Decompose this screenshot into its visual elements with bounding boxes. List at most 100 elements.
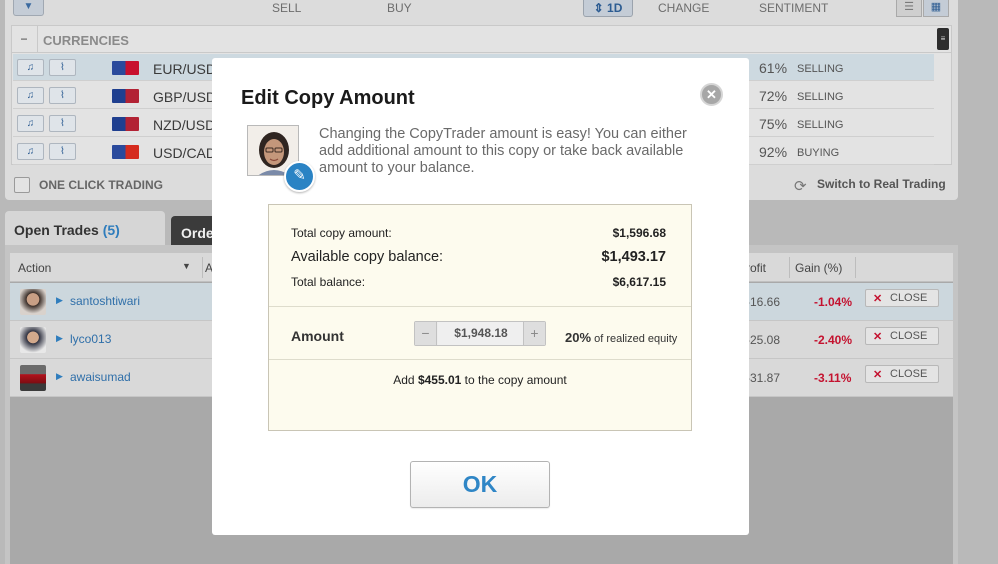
sentiment-percent: 61% [759, 60, 788, 76]
alert-bell-button[interactable]: ♫ [17, 59, 44, 76]
change-column-header[interactable]: CHANGE [658, 1, 709, 15]
alert-bell-button[interactable]: ♫ [17, 115, 44, 132]
chevron-down-icon[interactable]: ▼ [182, 261, 191, 271]
edit-pencil-icon: ✎ [284, 161, 315, 192]
close-label: CLOSE [890, 330, 928, 342]
available-balance-label: Available copy balance: [291, 249, 444, 265]
filter-icon: ▼ [23, 1, 34, 12]
sell-column-header[interactable]: SELL [272, 1, 301, 15]
edit-copy-amount-dialog: Edit Copy Amount ✕ ✎ Changing the CopyTr… [212, 58, 749, 535]
divider [789, 257, 790, 278]
collapse-button[interactable]: − [16, 31, 32, 47]
grid-icon: ▦ [930, 1, 942, 13]
gain-value: -1.04% [814, 295, 853, 309]
close-icon: ✕ [873, 369, 883, 381]
profit-value: -16.66 [746, 295, 781, 309]
total-balance-label: Total balance: [291, 275, 366, 289]
amount-stepper[interactable]: − $1,948.18 + [414, 321, 546, 346]
flag-icon [112, 145, 139, 159]
add-amount-value: $455.01 [417, 373, 462, 387]
bell-icon: ♫ [26, 62, 35, 73]
chart-line-icon: ⌇ [60, 62, 65, 73]
close-icon: ✕ [706, 87, 717, 102]
sentiment-percent: 72% [759, 88, 788, 104]
filter-button[interactable]: ▼ [13, 0, 44, 16]
sentiment-label: SELLING [797, 119, 844, 131]
period-selector[interactable]: ⇕ 1D [583, 0, 633, 17]
bell-icon: ♫ [26, 146, 35, 157]
chart-line-icon: ⌇ [60, 90, 65, 101]
tab-orders-label: Orde [181, 225, 214, 241]
tab-open-trades-label: Open Trades [14, 222, 99, 238]
sentiment-label: SELLING [797, 63, 844, 75]
dialog-title: Edit Copy Amount [241, 87, 415, 109]
scrollbar-thumb[interactable]: ≡ [937, 28, 949, 50]
bell-icon: ♫ [26, 118, 35, 129]
buy-column-header[interactable]: BUY [387, 1, 412, 15]
grid-view-button[interactable]: ▦ [923, 0, 949, 17]
divider [269, 359, 691, 360]
sentiment-label: BUYING [797, 147, 840, 159]
close-icon: ✕ [873, 293, 883, 305]
chart-line-icon: ⌇ [60, 146, 65, 157]
add-suffix: to the copy amount [461, 373, 567, 387]
dialog-intro-text: Changing the CopyTrader amount is easy! … [319, 126, 687, 176]
trader-username[interactable]: santoshtiwari [70, 294, 140, 308]
divider [855, 257, 856, 278]
profit-header[interactable]: rofit [746, 261, 766, 275]
close-trade-button[interactable]: ✕ CLOSE [865, 365, 939, 383]
flag-icon [112, 61, 139, 75]
expand-arrow-icon[interactable]: ▶ [56, 333, 63, 344]
flag-icon [112, 89, 139, 103]
list-view-button[interactable]: ☰ [896, 0, 922, 17]
sentiment-percent: 92% [759, 144, 788, 160]
close-dialog-button[interactable]: ✕ [700, 83, 723, 106]
trader-username[interactable]: awaisumad [70, 370, 131, 384]
one-click-label: ONE CLICK TRADING [39, 178, 163, 192]
close-trade-button[interactable]: ✕ CLOSE [865, 289, 939, 307]
chart-line-icon: ⌇ [60, 118, 65, 129]
add-prefix: Add [393, 373, 418, 387]
one-click-checkbox[interactable] [14, 177, 30, 193]
total-copy-row: Total copy amount: $1,596.68 [291, 226, 666, 242]
currencies-header: − CURRENCIES ≡ [12, 26, 951, 53]
gain-header[interactable]: Gain (%) [795, 261, 842, 275]
close-label: CLOSE [890, 368, 928, 380]
total-balance-value: $6,617.15 [612, 275, 666, 289]
chart-button[interactable]: ⌇ [49, 115, 76, 132]
currency-pair: EUR/USD [153, 61, 217, 77]
alert-bell-button[interactable]: ♫ [17, 143, 44, 160]
total-copy-label: Total copy amount: [291, 226, 392, 240]
ok-button[interactable]: OK [410, 461, 550, 508]
gain-value: -3.11% [814, 371, 852, 385]
trader-username[interactable]: lyco013 [70, 332, 111, 346]
tab-open-trades[interactable]: Open Trades (5) [5, 211, 165, 247]
expand-arrow-icon[interactable]: ▶ [56, 295, 63, 306]
markets-toolbar: ▼ SELL BUY ⇕ 1D CHANGE SENTIMENT ☰ ▦ [5, 0, 958, 18]
copy-details-panel: Total copy amount: $1,596.68 Available c… [268, 204, 692, 431]
sentiment-column-header[interactable]: SENTIMENT [759, 1, 828, 15]
flag-icon [112, 117, 139, 131]
profit-value: -31.87 [746, 371, 781, 385]
divider [202, 257, 203, 278]
sort-arrows-icon: ⇕ [593, 1, 604, 15]
add-amount-message: Add $455.01 to the copy amount [269, 373, 691, 387]
chart-button[interactable]: ⌇ [49, 59, 76, 76]
gain-value: -2.40% [814, 333, 853, 347]
switch-real-link[interactable]: Switch to Real Trading [817, 177, 946, 191]
available-balance-value: $1,493.17 [601, 249, 666, 265]
sentiment-percent: 75% [759, 116, 788, 132]
chart-button[interactable]: ⌇ [49, 143, 76, 160]
avatar [20, 327, 46, 353]
decrease-amount-button[interactable]: − [415, 322, 437, 345]
close-trade-button[interactable]: ✕ CLOSE [865, 327, 939, 345]
amount-input[interactable]: $1,948.18 [438, 322, 524, 345]
action-header[interactable]: Action [18, 261, 51, 275]
available-balance-row: Available copy balance: $1,493.17 [291, 249, 666, 267]
expand-arrow-icon[interactable]: ▶ [56, 371, 63, 382]
chart-button[interactable]: ⌇ [49, 87, 76, 104]
increase-amount-button[interactable]: + [523, 322, 545, 345]
profit-value: -25.08 [746, 333, 781, 347]
avatar [20, 365, 46, 391]
alert-bell-button[interactable]: ♫ [17, 87, 44, 104]
